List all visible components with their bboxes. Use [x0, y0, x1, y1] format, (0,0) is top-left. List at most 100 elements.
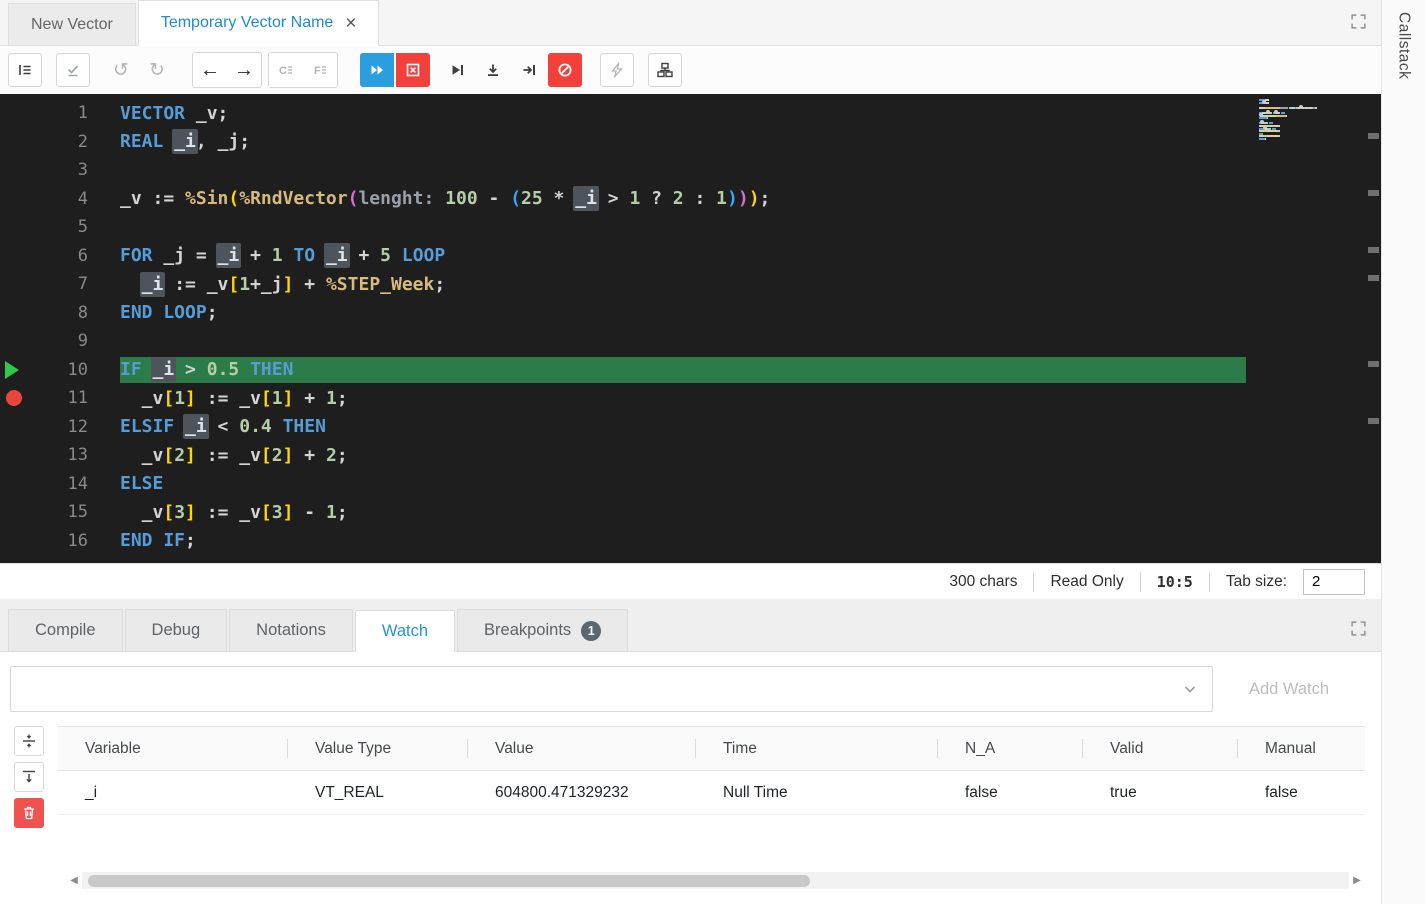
watch-main: Variable Value Type Value Time N_A Valid Manua… — [0, 726, 1381, 904]
column-header-value[interactable]: Value — [468, 726, 696, 771]
nav-forward-button[interactable]: → — [227, 53, 261, 87]
apply-button[interactable] — [56, 53, 90, 87]
expand-rows-button[interactable] — [14, 762, 44, 792]
tab-debug[interactable]: Debug — [124, 609, 228, 651]
minimap[interactable] — [1259, 99, 1359, 141]
divider — [1033, 571, 1035, 592]
column-header-time[interactable]: Time — [696, 726, 938, 771]
code-line[interactable]: 11 _v[1] := _v[1] + 1; — [0, 384, 1381, 413]
no-entry-icon — [558, 63, 572, 77]
ruler-mark — [1368, 132, 1379, 139]
tab-label: Breakpoints — [484, 621, 572, 639]
collapse-rows-button[interactable] — [14, 726, 44, 756]
redo-button[interactable]: ↻ — [140, 53, 174, 87]
code-line[interactable]: 9 — [0, 327, 1381, 356]
expand-icon — [1350, 620, 1366, 636]
code-line[interactable]: 4 _v := %Sin(%RndVector(lenght: 100 - (25… — [0, 185, 1381, 214]
gutter-margin[interactable] — [0, 413, 30, 442]
outline-button[interactable] — [8, 53, 42, 87]
ruler-mark — [1368, 189, 1379, 196]
tab-size-input[interactable] — [1303, 568, 1365, 595]
gutter-margin[interactable] — [0, 441, 30, 470]
abort-button[interactable] — [548, 53, 582, 87]
gutter-margin[interactable] — [0, 156, 30, 185]
scroll-right-icon[interactable]: ▶ — [1349, 872, 1365, 889]
callstack-sidebar[interactable]: Callstack — [1381, 0, 1425, 904]
code-area[interactable]: 1 VECTOR _v; 2 REAL _i, _j; 3 4 _v := %Sin(%Rn… — [0, 94, 1381, 563]
chevron-down-icon[interactable] — [1182, 681, 1198, 697]
gutter-margin[interactable] — [0, 470, 30, 499]
code-line[interactable]: 5 — [0, 213, 1381, 242]
f-lines-button[interactable]: F — [303, 53, 337, 87]
step-into-button[interactable] — [476, 53, 510, 87]
code-line[interactable]: 12 ELSIF _i < 0.4 THEN — [0, 413, 1381, 442]
scrollbar-thumb[interactable] — [88, 874, 811, 887]
watch-expression-combo[interactable] — [10, 666, 1213, 712]
code-line[interactable]: 14 ELSE — [0, 470, 1381, 499]
gutter-margin[interactable] — [0, 270, 30, 299]
scroll-left-icon[interactable]: ◀ — [66, 872, 82, 889]
tab-new-vector[interactable]: New Vector — [8, 3, 136, 45]
column-header-n-a[interactable]: N_A — [938, 726, 1083, 771]
current-statement-icon[interactable] — [0, 356, 30, 385]
continue-button[interactable] — [360, 53, 394, 87]
column-header-manual[interactable]: Manual — [1238, 726, 1365, 771]
gutter-margin[interactable] — [0, 498, 30, 527]
tab-temporary-vector[interactable]: Temporary Vector Name × — [137, 0, 380, 46]
gutter-margin[interactable] — [0, 299, 30, 328]
expand-editor-button[interactable] — [1347, 10, 1369, 32]
code-line[interactable]: 10 IF _i > 0.5 THEN — [0, 356, 1381, 385]
breakpoint-icon[interactable] — [0, 384, 30, 413]
undo-button[interactable]: ↺ — [104, 53, 138, 87]
run-script-button[interactable] — [600, 53, 634, 87]
code-line[interactable]: 3 — [0, 156, 1381, 185]
gutter-margin[interactable] — [0, 527, 30, 556]
scrollbar-track[interactable] — [82, 872, 1349, 889]
gutter-margin[interactable] — [0, 99, 30, 128]
horizontal-scrollbar[interactable]: ◀ ▶ — [66, 872, 1365, 889]
code-line[interactable]: 8 END LOOP; — [0, 299, 1381, 328]
code-editor[interactable]: 1 VECTOR _v; 2 REAL _i, _j; 3 4 _v := %Sin(%Rn… — [0, 94, 1381, 563]
hierarchy-button[interactable] — [648, 53, 682, 87]
column-header-value-type[interactable]: Value Type — [288, 726, 468, 771]
gutter-margin[interactable] — [0, 327, 30, 356]
watch-cell: _i — [58, 770, 288, 815]
gutter-margin[interactable] — [0, 242, 30, 271]
code-line[interactable]: 13 _v[2] := _v[2] + 2; — [0, 441, 1381, 470]
tab-bar: New Vector Temporary Vector Name × — [0, 0, 1381, 46]
watch-header-row: Variable Value Type Value Time N_A Valid Manua… — [58, 726, 1365, 771]
nav-back-button[interactable]: ← — [193, 53, 227, 87]
c-lines-button[interactable]: C — [269, 53, 303, 87]
delete-watch-button[interactable] — [14, 798, 44, 828]
gutter-margin[interactable] — [0, 185, 30, 214]
code-line[interactable]: 16 END IF; — [0, 527, 1381, 556]
forward-arrow-icon: → — [234, 59, 254, 81]
step-next-button[interactable] — [440, 53, 474, 87]
tab-compile[interactable]: Compile — [8, 609, 123, 651]
code-line[interactable]: 15 _v[3] := _v[3] - 1; — [0, 498, 1381, 527]
divider — [1208, 571, 1210, 592]
watch-expression-input[interactable] — [11, 667, 1212, 711]
gutter-margin[interactable] — [0, 128, 30, 157]
code-line[interactable]: 6 FOR _j = _i + 1 TO _i + 5 LOOP — [0, 242, 1381, 271]
tab-watch[interactable]: Watch — [354, 610, 456, 652]
tab-notations[interactable]: Notations — [229, 609, 353, 651]
code-line[interactable]: 2 REAL _i, _j; — [0, 128, 1381, 157]
watch-row[interactable]: _i VT_REAL 604800.471329232 Null Time false t… — [58, 770, 1365, 815]
step-next-icon — [452, 65, 463, 75]
overview-ruler[interactable] — [1366, 94, 1381, 563]
tab-breakpoints[interactable]: Breakpoints 1 — [457, 609, 629, 651]
gutter-margin[interactable] — [0, 213, 30, 242]
code-line[interactable]: 1 VECTOR _v; — [0, 99, 1381, 128]
column-header-variable[interactable]: Variable — [58, 726, 288, 771]
code-line[interactable]: 7 _i := _v[1+_j] + %STEP_Week; — [0, 270, 1381, 299]
ruler-mark — [1368, 246, 1379, 253]
back-arrow-icon: ← — [200, 59, 220, 81]
close-tab-icon[interactable]: × — [345, 14, 356, 33]
column-header-valid[interactable]: Valid — [1083, 726, 1238, 771]
terminate-button[interactable] — [396, 53, 430, 87]
app-window: New Vector Temporary Vector Name × ↺ ↻ ←… — [0, 0, 1425, 904]
add-watch-button[interactable]: Add Watch — [1213, 679, 1365, 700]
step-out-button[interactable] — [512, 53, 546, 87]
expand-panel-button[interactable] — [1347, 617, 1369, 639]
